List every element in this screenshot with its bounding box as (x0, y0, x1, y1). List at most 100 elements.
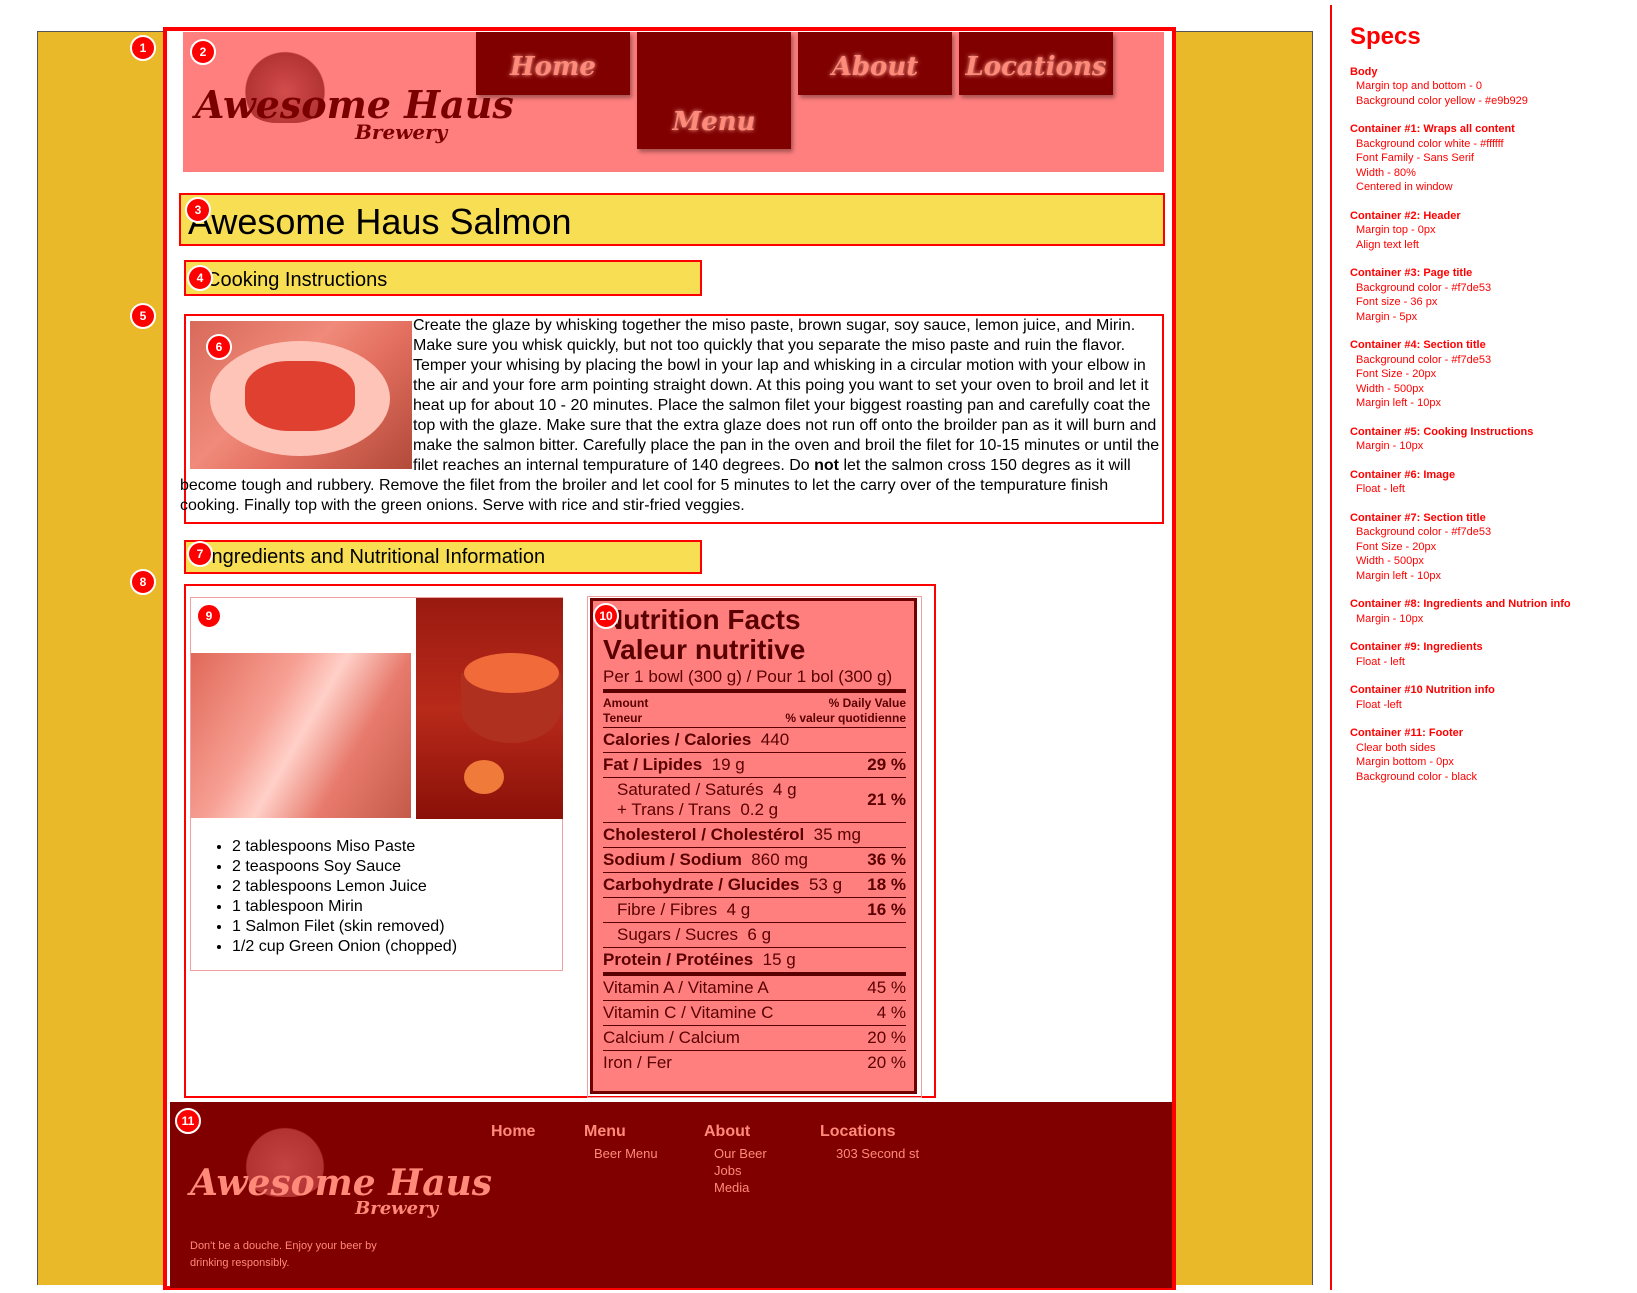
footer-nav-about[interactable]: About (704, 1123, 750, 1141)
spec-line: Margin left - 10px (1356, 569, 1441, 582)
nutrition-header: Amount Teneur % Daily Value% valeur quoti… (603, 693, 906, 728)
section-title-ingredients: Ingredients and Nutritional Information (184, 540, 702, 574)
spec-line: Background color yellow - #e9b929 (1356, 94, 1528, 107)
spec-block-title: Container #4: Section title (1350, 339, 1486, 351)
logo-subtext: Brewery (355, 120, 448, 144)
row-dv: 20 % (867, 1053, 906, 1072)
row-amount: 35 mg (813, 825, 861, 844)
spec-line: Background color white - #ffffff (1356, 137, 1504, 150)
ingredient-item: 1 tablespoon Mirin (232, 897, 457, 917)
section-title-cooking: Cooking Instructions (184, 260, 702, 296)
spec-line: Width - 500px (1356, 555, 1424, 567)
nutrition-title: Nutrition Facts (603, 604, 801, 635)
row-label: Carbohydrate / Glucides (603, 875, 800, 894)
tagline-line-1: Don't be a douche. Enjoy your beer by (190, 1240, 377, 1252)
ingredient-item: 1 Salmon Filet (skin removed) (232, 917, 457, 937)
row-label: Iron / Fer (603, 1053, 672, 1072)
spec-line: Clear both sides (1356, 741, 1436, 754)
nutrition-row: Calories / Calories 440 (603, 728, 906, 753)
footer-logo-subtext: Brewery (355, 1198, 439, 1219)
cooking-text-part-1: Create the glaze by whisking together th… (413, 317, 1160, 474)
ingredients-list: 2 tablespoons Miso Paste 2 teaspoons Soy… (210, 837, 457, 957)
footer-link-our-beer[interactable]: Our Beer (714, 1145, 767, 1162)
footer-link-beer-menu[interactable]: Beer Menu (594, 1145, 658, 1162)
spec-line: Margin - 10px (1356, 440, 1424, 452)
row-amount: 440 (760, 730, 790, 749)
row-dv: 45 % (867, 978, 906, 997)
spec-line: Align text left (1356, 238, 1419, 251)
marker-7: 7 (187, 541, 213, 567)
row-amount: 4 g (726, 900, 751, 919)
nav-about[interactable]: About (798, 32, 952, 95)
row-amount: 19 g (711, 755, 745, 774)
nutrition-row: Vitamin A / Vitamine A 45 % (603, 976, 906, 1001)
nutrition-row: Fat / Lipides 19 g 29 % (603, 753, 906, 778)
marker-2: 2 (190, 39, 216, 65)
row-label: Cholesterol / Cholestérol (603, 825, 805, 844)
footer-address: 303 Second st (836, 1146, 920, 1161)
nutrition-serving: Per 1 bowl (300 g) / Pour 1 bol (300 g) (603, 665, 906, 693)
nutrition-row: Sodium / Sodium 860 mg 36 % (603, 848, 906, 873)
footer-logo-text: Awesome Haus (190, 1162, 492, 1204)
row-amount: 860 mg (751, 850, 808, 869)
nutrition-facts-table: Nutrition Facts Valeur nutritive Per 1 b… (590, 598, 917, 1094)
footer-nav-locations[interactable]: Locations (820, 1123, 896, 1141)
row-dv: 29 % (867, 755, 906, 774)
amount-label: Amount (603, 696, 649, 710)
row-dv: 36 % (867, 850, 906, 869)
nutrition-row: Saturated / Saturés 4 g + Trans / Trans 0… (603, 778, 906, 823)
spec-block-title: Container #9: Ingredients (1350, 641, 1483, 653)
row-amount: 15 g (762, 950, 796, 969)
spec-line: Font Family - Sans Serif (1356, 152, 1474, 164)
spec-line: Margin top and bottom - 0 (1356, 80, 1482, 92)
green-onion-image (191, 653, 411, 818)
row-amount: 53 g (808, 875, 843, 894)
spec-line: Margin bottom - 0px (1356, 756, 1454, 768)
row-label: Calcium / Calcium (603, 1028, 740, 1047)
dv-label-fr: % valeur quotidienne (785, 711, 906, 725)
row-label: Vitamin A / Vitamine A (603, 978, 769, 997)
specs-title: Specs (1350, 23, 1421, 50)
marker-6: 6 (206, 334, 232, 360)
row-label: + Trans / Trans (617, 800, 731, 819)
spec-line: Margin left - 10px (1356, 397, 1441, 409)
spec-line: Background color - #f7de53 (1356, 281, 1492, 294)
spec-block-title: Body (1350, 65, 1378, 78)
row-label: Fibre / Fibres (617, 900, 718, 919)
nutrition-row: Iron / Fer 20 % (603, 1051, 906, 1075)
row-amount: 0.2 g (740, 800, 779, 819)
marker-8: 8 (130, 569, 156, 595)
ingredient-item: 2 tablespoons Lemon Juice (232, 877, 457, 897)
lemons-bowl-image (416, 598, 563, 819)
footer-nav-menu[interactable]: Menu (584, 1123, 626, 1141)
row-label: Calories / Calories (603, 730, 752, 749)
row-label: Protein / Protéines (603, 950, 754, 969)
spec-line: Float - left (1356, 483, 1405, 495)
ingredient-item: 2 teaspoons Soy Sauce (232, 857, 457, 877)
marker-11: 11 (175, 1108, 201, 1134)
specs-panel: Specs Body Margin top and bottom - 0 Backg… (1350, 23, 1630, 784)
marker-9: 9 (196, 603, 222, 629)
row-dv: 18 % (867, 875, 906, 894)
spec-block-title: Container #11: Footer (1350, 727, 1464, 739)
nav-home[interactable]: Home (476, 32, 630, 95)
spec-block-title: Container #3: Page title (1350, 267, 1473, 279)
spec-line: Float - left (1356, 655, 1405, 668)
spec-line: Margin top - 0px (1356, 224, 1436, 236)
spec-block-title: Container #8: Ingredients and Nutrion in… (1350, 598, 1571, 610)
nav-locations[interactable]: Locations (959, 32, 1113, 95)
spec-line: Width - 80% (1356, 166, 1416, 179)
spec-line: Font Size - 20px (1356, 368, 1437, 380)
nutrition-row: Fibre / Fibres 4 g 16 % (603, 898, 906, 923)
nav-menu[interactable]: Menu (637, 32, 791, 149)
spec-line: Width - 500px (1356, 382, 1424, 395)
spec-line: Background color - black (1356, 770, 1478, 783)
dv-label: % Daily Value (828, 696, 906, 710)
spec-line: Font size - 36 px (1356, 296, 1438, 308)
spec-line: Background color - #f7de53 (1356, 353, 1492, 366)
footer-link-jobs[interactable]: Jobs (714, 1162, 741, 1179)
spec-block-title: Container #2: Header (1350, 209, 1461, 222)
footer-link-media[interactable]: Media (714, 1179, 749, 1196)
nutrition-row: Protein / Protéines 15 g (603, 948, 906, 976)
footer-nav-home[interactable]: Home (491, 1123, 535, 1141)
